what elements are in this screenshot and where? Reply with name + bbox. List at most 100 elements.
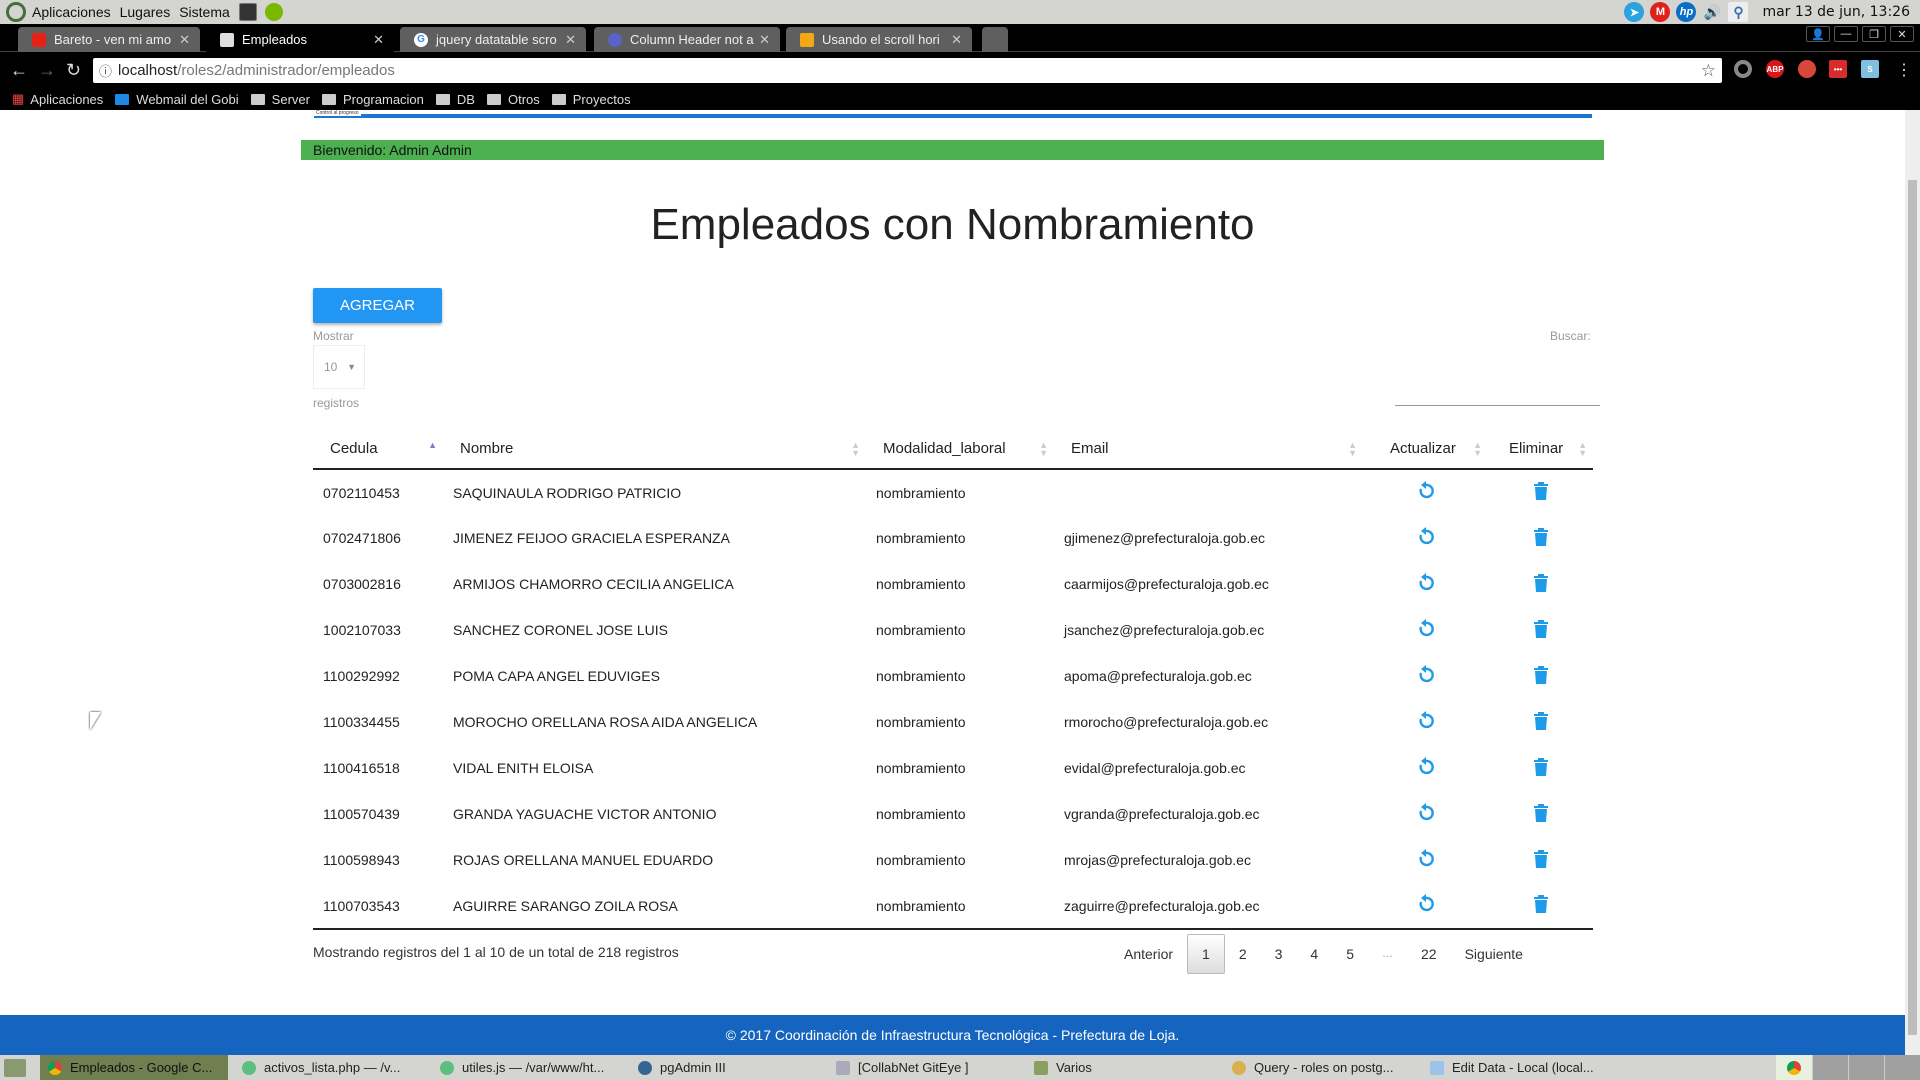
trash-icon[interactable]: [1533, 665, 1548, 687]
network-icon[interactable]: ⚲: [1728, 2, 1749, 22]
show-desktop-icon[interactable]: [4, 1058, 26, 1077]
column-header-modalidad[interactable]: Modalidad_laboral ▲ ▼: [866, 429, 1054, 470]
task-activos-lista[interactable]: activos_lista.php — /v...: [234, 1055, 426, 1080]
refresh-icon[interactable]: [1416, 664, 1436, 689]
close-tab-icon[interactable]: ✕: [565, 32, 576, 48]
browser-menu-icon[interactable]: ⋮: [1896, 60, 1912, 80]
bookmark-aplicaciones[interactable]: ▦ Aplicaciones: [12, 91, 103, 107]
mail-icon: [115, 93, 130, 105]
trash-icon[interactable]: [1533, 619, 1548, 641]
refresh-icon[interactable]: [1416, 572, 1436, 597]
refresh-icon[interactable]: [1416, 802, 1436, 827]
mega-icon[interactable]: M: [1650, 2, 1671, 22]
page-scrollbar[interactable]: [1905, 110, 1920, 1055]
workspace-1[interactable]: [1776, 1055, 1812, 1080]
bookmark-server[interactable]: Server: [250, 92, 310, 107]
record-extension-icon[interactable]: [1734, 60, 1752, 78]
page-size-select[interactable]: 10 ▼: [313, 345, 365, 389]
page-2-button[interactable]: 2: [1225, 935, 1261, 973]
refresh-icon[interactable]: [1416, 618, 1436, 643]
workspace-4[interactable]: [1884, 1055, 1920, 1080]
restore-button[interactable]: ❐: [1862, 26, 1886, 42]
refresh-icon[interactable]: [1416, 526, 1436, 551]
pagination-next[interactable]: Siguiente: [1451, 935, 1537, 973]
skype-extension-icon[interactable]: S: [1861, 60, 1879, 78]
task-edit-data[interactable]: Edit Data - Local (local...: [1422, 1055, 1614, 1080]
menu-sistema[interactable]: Sistema: [179, 4, 230, 20]
refresh-icon[interactable]: [1416, 710, 1436, 735]
tab-bareto[interactable]: Bareto - ven mi amo ✕: [18, 27, 200, 52]
trash-icon[interactable]: [1533, 573, 1548, 595]
workspace-3[interactable]: [1848, 1055, 1884, 1080]
task-empleados[interactable]: Empleados - Google C...: [40, 1055, 228, 1080]
clock[interactable]: mar 13 de jun, 13:26: [1762, 4, 1910, 20]
refresh-icon[interactable]: [1416, 756, 1436, 781]
bookmark-star-icon[interactable]: ☆: [1701, 61, 1716, 81]
plug-extension-icon[interactable]: [1798, 60, 1816, 78]
scrollbar-thumb[interactable]: [1908, 180, 1917, 1035]
task-query[interactable]: Query - roles on postg...: [1224, 1055, 1416, 1080]
task-pgadmin[interactable]: pgAdmin III: [630, 1055, 822, 1080]
menu-aplicaciones[interactable]: Aplicaciones: [32, 4, 111, 20]
task-varios[interactable]: Varios: [1026, 1055, 1218, 1080]
nvidia-icon[interactable]: [264, 3, 283, 21]
column-header-nombre[interactable]: Nombre ▲ ▼: [443, 429, 866, 470]
bookmark-proyectos[interactable]: Proyectos: [551, 92, 631, 107]
page-4-button[interactable]: 4: [1296, 935, 1332, 973]
trash-icon[interactable]: [1533, 849, 1548, 871]
forward-icon[interactable]: →: [38, 60, 56, 81]
task-utiles-js[interactable]: utiles.js — /var/www/ht...: [432, 1055, 624, 1080]
bookmark-db[interactable]: DB: [435, 92, 475, 107]
column-header-email[interactable]: Email ▲ ▼: [1054, 429, 1363, 470]
menu-lugares[interactable]: Lugares: [120, 4, 171, 20]
tab-usando-scroll[interactable]: Usando el scroll hori ✕: [786, 27, 972, 52]
tab-empleados[interactable]: Empleados ✕: [206, 27, 394, 52]
add-button[interactable]: AGREGAR: [313, 288, 442, 323]
address-bar[interactable]: ⓘ localhost/roles2/administrador/emplead…: [93, 58, 1722, 83]
trash-icon[interactable]: [1533, 527, 1548, 549]
reload-icon[interactable]: ↻: [66, 60, 81, 81]
info-icon[interactable]: ⓘ: [99, 61, 112, 80]
task-giteye[interactable]: [CollabNet GitEye ]: [828, 1055, 1020, 1080]
close-tab-icon[interactable]: ✕: [373, 32, 384, 48]
bookmark-programacion[interactable]: Programacion: [321, 92, 424, 107]
trash-icon[interactable]: [1533, 895, 1548, 916]
bookmark-webmail[interactable]: Webmail del Gobi: [115, 92, 239, 107]
minimize-button[interactable]: —: [1834, 26, 1858, 42]
page-3-button[interactable]: 3: [1261, 935, 1297, 973]
hp-icon[interactable]: hp: [1676, 2, 1697, 22]
telegram-icon[interactable]: ➤: [1624, 2, 1645, 22]
workspace-2[interactable]: [1812, 1055, 1848, 1080]
trash-icon[interactable]: [1533, 757, 1548, 779]
refresh-icon[interactable]: [1416, 893, 1436, 918]
column-header-actualizar[interactable]: Actualizar ▲ ▼: [1363, 429, 1488, 470]
column-header-eliminar[interactable]: Eliminar ▲ ▼: [1488, 429, 1593, 470]
tab-jquery-datatable[interactable]: G jquery datatable scro ✕: [400, 27, 586, 52]
close-tab-icon[interactable]: ✕: [759, 32, 770, 48]
cell-cedula: 1100703543: [313, 883, 443, 930]
column-header-cedula[interactable]: Cedula ▲: [313, 429, 443, 470]
lastpass-icon[interactable]: •••: [1829, 60, 1847, 78]
profile-icon[interactable]: 👤: [1806, 26, 1830, 42]
volume-icon[interactable]: 🔊: [1702, 2, 1722, 22]
close-tab-icon[interactable]: ✕: [951, 32, 962, 48]
terminal-icon[interactable]: [238, 3, 257, 21]
page-22-button[interactable]: 22: [1407, 935, 1451, 973]
refresh-icon[interactable]: [1416, 848, 1436, 873]
trash-icon[interactable]: [1533, 482, 1548, 503]
new-tab-button[interactable]: [982, 27, 1008, 52]
pagination-previous[interactable]: Anterior: [1110, 935, 1187, 973]
bookmark-otros[interactable]: Otros: [486, 92, 540, 107]
close-window-button[interactable]: ✕: [1890, 26, 1914, 42]
trash-icon[interactable]: [1533, 803, 1548, 825]
distro-logo-icon[interactable]: [6, 2, 26, 22]
page-5-button[interactable]: 5: [1332, 935, 1368, 973]
back-icon[interactable]: ←: [10, 60, 28, 81]
adblock-plus-icon[interactable]: ABP: [1766, 60, 1784, 78]
close-tab-icon[interactable]: ✕: [179, 32, 190, 48]
tab-column-header[interactable]: Column Header not a ✕: [594, 27, 780, 52]
refresh-icon[interactable]: [1416, 480, 1436, 505]
page-1-button[interactable]: 1: [1187, 934, 1225, 974]
trash-icon[interactable]: [1533, 711, 1548, 733]
search-input[interactable]: [1395, 376, 1600, 406]
